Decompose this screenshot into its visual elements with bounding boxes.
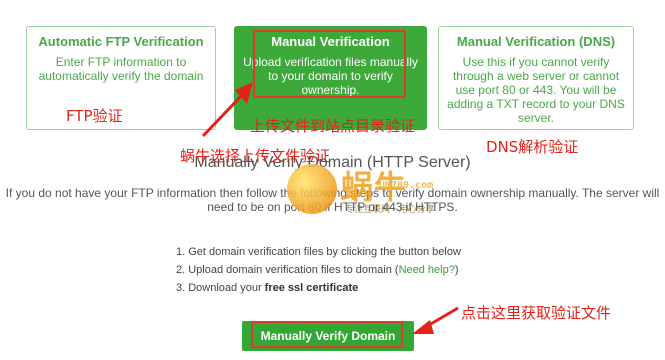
step-2: 2. Upload domain verification files to d… [176,264,459,276]
ftp-card-description: Enter FTP information to automatically v… [38,55,204,83]
arrow-to-button-icon [412,306,459,334]
need-help-link[interactable]: Need help? [399,264,455,276]
steps-list: 1. Get domain verification files by clic… [176,243,461,297]
choice-annotation: 蜗牛选择上传文件验证 [180,147,331,165]
section-title: Manually Verify Domain (HTTP Server) [194,154,471,171]
dns-card-title: Manual Verification (DNS) [456,34,616,49]
manual-card-description: Upload verification files manually to yo… [243,55,418,97]
ftp-card-title: Automatic FTP Verification [38,34,204,49]
manually-verify-domain-button[interactable]: Manually Verify Domain [242,321,414,351]
step-3: 3. Download your free ssl certificate [176,282,359,294]
dns-verification-card[interactable]: Manual Verification (DNS) Use this if yo… [438,26,634,130]
dns-card-description: Use this if you cannot verify through a … [447,55,625,125]
ftp-annotation: FTP验证 [66,107,123,125]
free-ssl-label: free ssl certificate [264,282,359,294]
manual-annotation: 上传文件到站点目录验证 [250,117,416,135]
click-annotation: 点击这里获取验证文件 [461,304,612,322]
step-1: 1. Get domain verification files by clic… [176,246,461,258]
manual-card-title: Manual Verification [271,34,390,49]
intro-text: If you do not have your FTP information … [5,186,660,214]
